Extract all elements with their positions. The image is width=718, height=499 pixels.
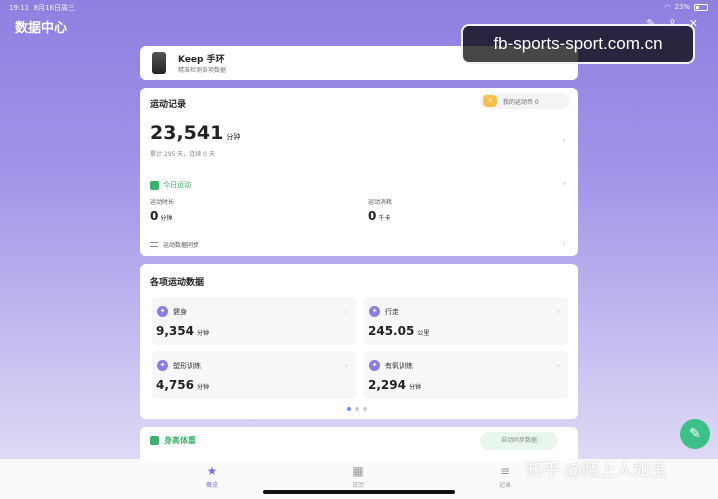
- status-bar: 19:11 8月16日周三 ◠ 23%: [0, 0, 718, 14]
- site-watermark: fb-sports-sport.com.cn: [461, 24, 695, 64]
- tile-number: 245.05: [368, 324, 415, 338]
- coin-pill[interactable]: ⚡ 我的运动币 0: [480, 93, 570, 109]
- cumulative-days: 累计 295 天，连续 0 天: [150, 151, 215, 158]
- pen-icon: ✎: [689, 426, 701, 442]
- battery-percent: 23%: [674, 3, 690, 11]
- tile-fitness[interactable]: ✦ 健身 9,354 分钟 ›: [152, 297, 356, 345]
- wifi-icon: ◠: [664, 3, 671, 11]
- duration-stat: 0 分钟: [150, 209, 172, 223]
- tile-label: 有氧训练: [385, 362, 413, 370]
- status-time: 19:11 8月16日周三: [9, 3, 75, 13]
- total-value: 23,541: [150, 122, 224, 144]
- tab-record[interactable]: ≡ 记录: [485, 464, 525, 489]
- device-name: Keep 手环: [178, 55, 225, 65]
- sport-icon: [150, 180, 159, 190]
- tile-value: 2,294 分钟: [368, 378, 421, 392]
- coin-label: 我的运动币 0: [503, 98, 539, 106]
- calorie-unit: 千卡: [378, 215, 391, 222]
- sports-title: 各项运动数据: [150, 278, 205, 288]
- sync-row[interactable]: 运动数据同步: [150, 240, 199, 249]
- tile-aerobic[interactable]: ✦ 有氧训练 2,294 分钟 ›: [364, 351, 568, 399]
- scale-icon: [150, 436, 159, 445]
- calorie-label: 运动消耗: [368, 199, 393, 206]
- page-dot: [355, 407, 359, 411]
- tile-unit: 分钟: [196, 330, 209, 337]
- tab-label: 记录: [498, 482, 511, 489]
- chevron-right-icon[interactable]: ›: [562, 179, 566, 189]
- chevron-right-icon[interactable]: ›: [562, 136, 566, 146]
- shaping-icon: ✦: [157, 360, 168, 371]
- tile-label: 行走: [385, 308, 399, 316]
- zhihu-watermark: 知乎 @陌上人如玉: [526, 461, 667, 480]
- sync-label: 运动数据同步: [163, 242, 200, 249]
- today-sport[interactable]: 今日运动: [150, 180, 191, 190]
- height-title: 身高体重: [150, 435, 196, 446]
- aerobic-icon: ✦: [369, 360, 380, 371]
- tile-value: 4,756 分钟: [156, 378, 209, 392]
- tab-calendar[interactable]: ▦ 日历: [338, 464, 378, 489]
- date-text: 8月16日周三: [33, 4, 76, 12]
- height-title-text: 身高体重: [164, 436, 196, 445]
- height-weight-card[interactable]: 身高体重 自动同步数据: [140, 427, 578, 459]
- tile-shaping[interactable]: ✦ 塑形训练 4,756 分钟 ›: [152, 351, 356, 399]
- lightning-icon: ⚡: [483, 95, 497, 107]
- chevron-right-icon: ›: [556, 307, 560, 316]
- tab-overview[interactable]: ★ 概览: [192, 464, 232, 489]
- tile-label: 塑形训练: [173, 362, 201, 370]
- total-minutes: 23,541 分钟: [150, 122, 240, 144]
- star-icon: ★: [206, 464, 218, 478]
- page-dot: [363, 407, 367, 411]
- today-label: 今日运动: [163, 181, 191, 189]
- tile-number: 4,756: [156, 378, 194, 392]
- tile-unit: 分钟: [196, 384, 209, 391]
- duration-value: 0: [150, 209, 159, 223]
- tile-unit: 公里: [417, 330, 430, 337]
- chevron-right-icon[interactable]: ›: [562, 239, 566, 249]
- fitness-icon: ✦: [157, 306, 168, 317]
- record-icon: ≡: [499, 464, 511, 478]
- tile-number: 2,294: [368, 378, 406, 392]
- chevron-right-icon: ›: [556, 361, 560, 370]
- page-dot: [347, 407, 351, 411]
- calorie-value: 0: [368, 209, 377, 223]
- duration-unit: 分钟: [160, 215, 173, 222]
- add-record-button[interactable]: ✎: [680, 419, 710, 449]
- tile-value: 245.05 公里: [368, 324, 429, 338]
- calorie-stat: 0 千卡: [368, 209, 390, 223]
- walk-icon: ✦: [369, 306, 380, 317]
- tile-value: 9,354 分钟: [156, 324, 209, 338]
- chevron-right-icon: ›: [344, 307, 348, 316]
- sync-icon: [150, 242, 158, 247]
- tile-label: 健身: [173, 308, 187, 316]
- calendar-icon: ▦: [352, 464, 364, 478]
- tile-walk[interactable]: ✦ 行走 245.05 公里 ›: [364, 297, 568, 345]
- duration-label: 运动时长: [150, 199, 175, 206]
- tab-label: 概览: [205, 482, 218, 489]
- device-subtitle: 精准检测各项数据: [178, 67, 227, 74]
- record-card[interactable]: 运动记录 ⚡ 我的运动币 0 23,541 分钟 累计 295 天，连续 0 天 …: [140, 88, 578, 256]
- battery-icon: [694, 3, 708, 11]
- tile-unit: 分钟: [408, 384, 421, 391]
- status-right: ◠ 23%: [664, 3, 708, 11]
- tab-label: 日历: [351, 482, 364, 489]
- total-unit: 分钟: [226, 133, 241, 141]
- home-indicator[interactable]: [263, 490, 455, 494]
- sports-card: 各项运动数据 ✦ 健身 9,354 分钟 › ✦ 行走 245.05 公里 › ✦ …: [140, 264, 578, 419]
- page-indicator[interactable]: [347, 407, 367, 411]
- record-title: 运动记录: [150, 100, 187, 110]
- auto-sync-pill[interactable]: 自动同步数据: [480, 432, 558, 450]
- tile-number: 9,354: [156, 324, 194, 338]
- band-icon: [152, 52, 166, 74]
- chevron-right-icon: ›: [344, 361, 348, 370]
- clock-text: 19:11: [9, 4, 30, 12]
- page-title: 数据中心: [15, 21, 68, 36]
